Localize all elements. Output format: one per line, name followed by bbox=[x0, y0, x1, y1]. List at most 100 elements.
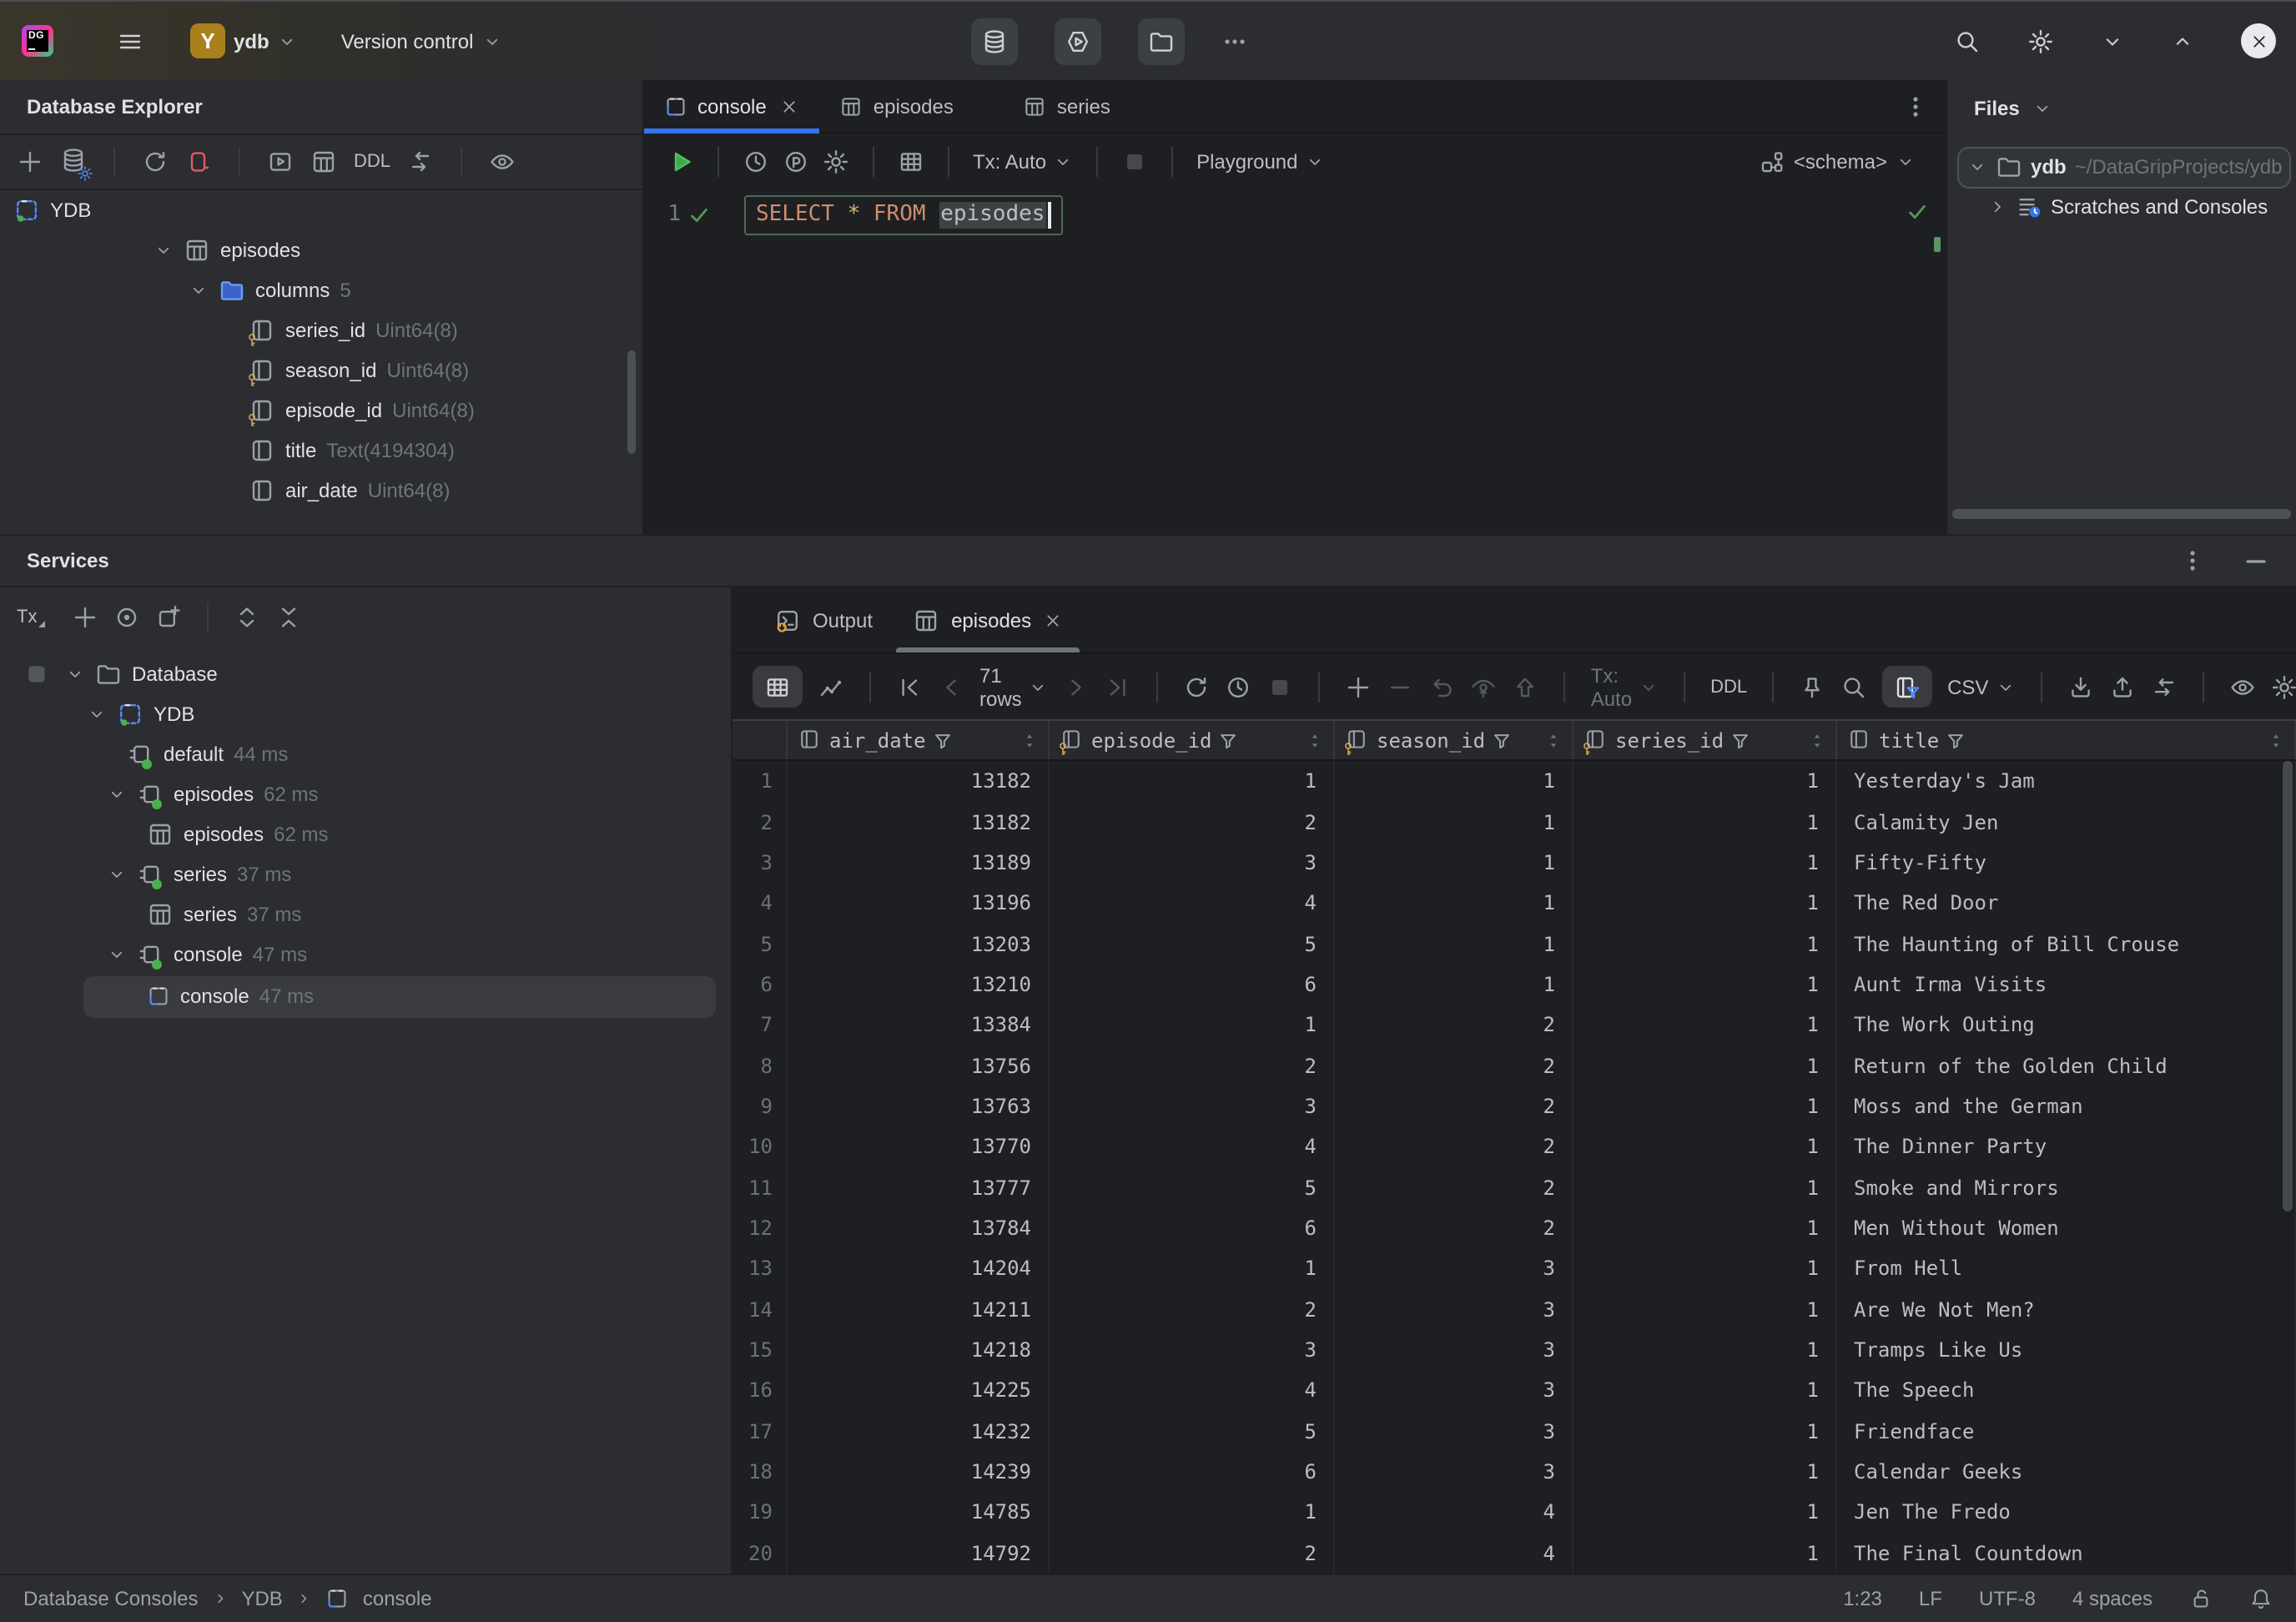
grid-ddl-button[interactable]: DDL bbox=[1710, 677, 1747, 697]
grid-cell-season_id[interactable]: 1 bbox=[1335, 924, 1573, 965]
filter-funnel-icon[interactable] bbox=[1730, 730, 1750, 750]
column-header-series_id[interactable]: series_id bbox=[1573, 721, 1837, 759]
indent-setting[interactable]: 4 spaces bbox=[2072, 1587, 2152, 1610]
export-format-select[interactable]: CSV bbox=[1947, 675, 2015, 698]
revert-icon[interactable] bbox=[1429, 673, 1456, 700]
export-download-icon[interactable] bbox=[2067, 673, 2093, 700]
row-number[interactable]: 1 bbox=[733, 761, 788, 802]
grid-cell-season_id[interactable]: 2 bbox=[1335, 1045, 1573, 1086]
add-row-icon[interactable] bbox=[1346, 673, 1372, 700]
grid-cell-title[interactable]: Yesterday's Jam bbox=[1837, 761, 2296, 802]
row-number[interactable]: 15 bbox=[733, 1330, 788, 1371]
grid-cell-title[interactable]: Friendface bbox=[1837, 1411, 2296, 1452]
grid-cell-air_date[interactable]: 14785 bbox=[788, 1492, 1050, 1533]
window-maximize-icon[interactable] bbox=[2171, 29, 2194, 53]
grid-cell-title[interactable]: The Red Door bbox=[1837, 883, 2296, 924]
open-results-in-grid-icon[interactable] bbox=[898, 149, 924, 175]
search-everywhere-icon[interactable] bbox=[1954, 28, 1981, 54]
grid-cell-season_id[interactable]: 4 bbox=[1335, 1533, 1573, 1574]
grid-cell-season_id[interactable]: 4 bbox=[1335, 1492, 1573, 1533]
playground-mode-select[interactable]: Playground bbox=[1196, 150, 1324, 174]
grid-cell-season_id[interactable]: 2 bbox=[1335, 1208, 1573, 1249]
services-options-kebab-icon[interactable] bbox=[2179, 547, 2206, 574]
project-files-button[interactable] bbox=[1138, 18, 1185, 64]
row-number[interactable]: 11 bbox=[733, 1167, 788, 1208]
tree-item-column-season-id[interactable]: season_id Uint64(8) bbox=[0, 350, 642, 390]
stop-icon[interactable] bbox=[1267, 673, 1294, 700]
grid-view-options-icon[interactable] bbox=[2228, 673, 2255, 700]
grid-cell-season_id[interactable]: 3 bbox=[1335, 1330, 1573, 1371]
reload-page-icon[interactable] bbox=[1184, 673, 1211, 700]
files-panel-title[interactable]: Files bbox=[1947, 80, 2296, 135]
ddl-button[interactable]: DDL bbox=[354, 152, 390, 172]
row-number[interactable]: 2 bbox=[733, 802, 788, 843]
rows-count-select[interactable]: 71 rows bbox=[979, 663, 1049, 710]
sort-icon[interactable] bbox=[1545, 728, 1562, 752]
service-item-series-result[interactable]: series 37 ms bbox=[0, 894, 731, 934]
settings-gear-icon[interactable] bbox=[2027, 28, 2054, 54]
chevron-down-icon[interactable] bbox=[87, 704, 107, 724]
row-number[interactable]: 18 bbox=[733, 1452, 788, 1493]
service-item-default-session[interactable]: default 44 ms bbox=[0, 734, 731, 774]
grid-cell-title[interactable]: Men Without Women bbox=[1837, 1208, 2296, 1249]
grid-cell-air_date[interactable]: 14204 bbox=[788, 1248, 1050, 1289]
pin-tab-icon[interactable] bbox=[1799, 673, 1825, 700]
grid-cell-series_id[interactable]: 1 bbox=[1573, 1167, 1837, 1208]
grid-cell-air_date[interactable]: 14232 bbox=[788, 1411, 1050, 1452]
console-settings-icon[interactable] bbox=[823, 149, 849, 175]
grid-cell-air_date[interactable]: 13770 bbox=[788, 1126, 1050, 1167]
tab-console[interactable]: console bbox=[644, 80, 820, 132]
service-item-console-selected[interactable]: console 47 ms bbox=[0, 975, 731, 1018]
grid-cell-air_date[interactable]: 13763 bbox=[788, 1086, 1050, 1127]
chart-view-icon[interactable] bbox=[818, 673, 844, 700]
grid-cell-series_id[interactable]: 1 bbox=[1573, 883, 1837, 924]
chevron-down-icon[interactable] bbox=[1967, 157, 1987, 177]
tree-item-column-title[interactable]: title Text(4194304) bbox=[0, 431, 642, 471]
grid-cell-episode_id[interactable]: 6 bbox=[1050, 964, 1335, 1005]
grid-cell-air_date[interactable]: 13182 bbox=[788, 802, 1050, 843]
tx-mode-select[interactable]: Tx: Auto bbox=[973, 150, 1073, 174]
grid-cell-episode_id[interactable]: 2 bbox=[1050, 1533, 1335, 1574]
column-header-air_date[interactable]: air_date bbox=[788, 721, 1050, 759]
column-header-title[interactable]: title bbox=[1837, 721, 2296, 759]
grid-cell-season_id[interactable]: 3 bbox=[1335, 1289, 1573, 1330]
grid-cell-episode_id[interactable]: 4 bbox=[1050, 1126, 1335, 1167]
row-number[interactable]: 9 bbox=[733, 1086, 788, 1127]
grid-cell-air_date[interactable]: 13182 bbox=[788, 761, 1050, 802]
grid-cell-season_id[interactable]: 2 bbox=[1335, 1086, 1573, 1127]
add-icon[interactable] bbox=[72, 604, 98, 631]
grid-cell-air_date[interactable]: 13784 bbox=[788, 1208, 1050, 1249]
grid-cell-episode_id[interactable]: 3 bbox=[1050, 1086, 1335, 1127]
jump-to-console-icon[interactable] bbox=[267, 149, 294, 175]
explorer-scrollbar[interactable] bbox=[627, 350, 636, 454]
window-restore-down-icon[interactable] bbox=[2101, 29, 2124, 53]
grid-cell-series_id[interactable]: 1 bbox=[1573, 964, 1837, 1005]
grid-cell-series_id[interactable]: 1 bbox=[1573, 1411, 1837, 1452]
sort-icon[interactable] bbox=[1307, 728, 1323, 752]
grid-cell-episode_id[interactable]: 3 bbox=[1050, 1330, 1335, 1371]
expand-all-icon[interactable] bbox=[234, 604, 260, 631]
grid-cell-air_date[interactable]: 14792 bbox=[788, 1533, 1050, 1574]
tree-item-column-series-id[interactable]: series_id Uint64(8) bbox=[0, 310, 642, 350]
grid-cell-episode_id[interactable]: 1 bbox=[1050, 1248, 1335, 1289]
grid-cell-air_date[interactable]: 13384 bbox=[788, 1005, 1050, 1045]
grid-cell-series_id[interactable]: 1 bbox=[1573, 1452, 1837, 1493]
preview-changes-icon[interactable] bbox=[1471, 673, 1498, 700]
grid-cell-series_id[interactable]: 1 bbox=[1573, 924, 1837, 965]
grid-cell-series_id[interactable]: 1 bbox=[1573, 1086, 1837, 1127]
filter-funnel-icon[interactable] bbox=[933, 730, 953, 750]
sort-icon[interactable] bbox=[2268, 728, 2284, 752]
grid-cell-air_date[interactable]: 13777 bbox=[788, 1167, 1050, 1208]
previous-page-icon[interactable] bbox=[938, 673, 964, 700]
grid-tx-mode-select[interactable]: Tx: Auto bbox=[1591, 663, 1659, 710]
grid-cell-title[interactable]: Calamity Jen bbox=[1837, 802, 2296, 843]
run-tool-button[interactable] bbox=[1055, 18, 1101, 64]
row-number[interactable]: 4 bbox=[733, 883, 788, 924]
row-number[interactable]: 5 bbox=[733, 924, 788, 965]
tx-toggle-button[interactable]: Tx bbox=[17, 607, 43, 627]
files-hscrollbar[interactable] bbox=[1952, 509, 2291, 519]
grid-cell-episode_id[interactable]: 5 bbox=[1050, 1167, 1335, 1208]
row-number[interactable]: 3 bbox=[733, 842, 788, 883]
grid-cell-title[interactable]: From Hell bbox=[1837, 1248, 2296, 1289]
database-tool-button[interactable] bbox=[971, 18, 1018, 64]
